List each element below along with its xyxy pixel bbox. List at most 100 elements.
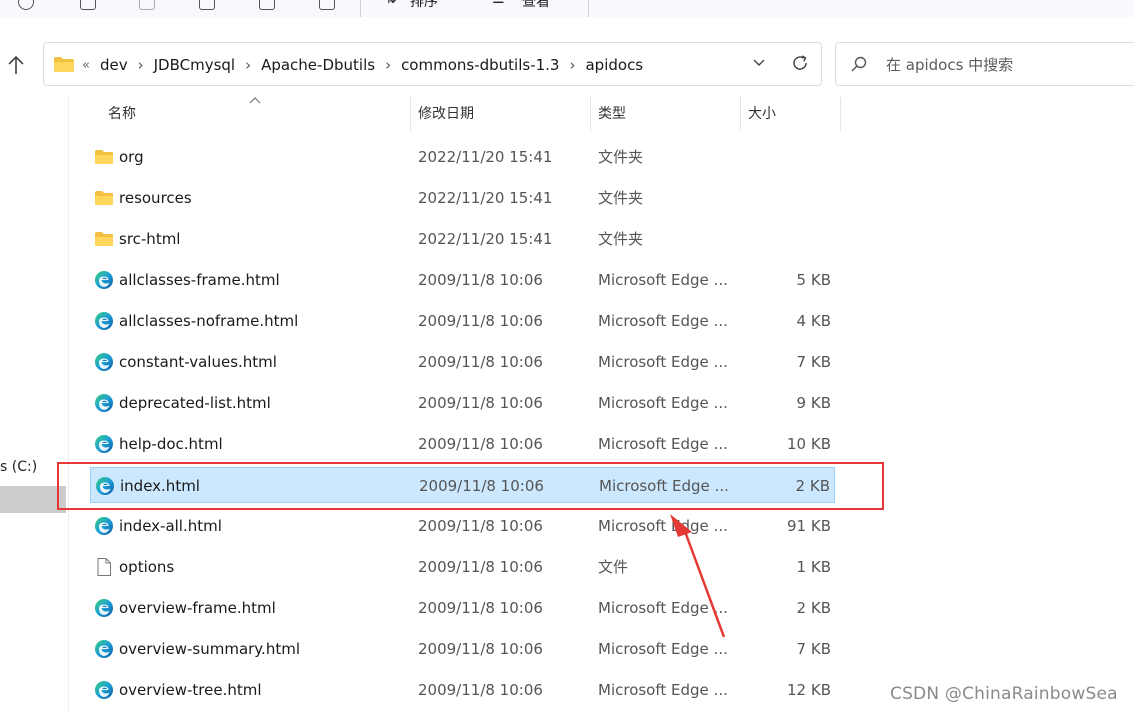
breadcrumb-overflow[interactable]: « (82, 58, 90, 73)
file-row[interactable]: deprecated-list.html 2009/11/8 10:06 Micro… (90, 385, 835, 421)
breadcrumb-item[interactable]: Apache-Dbutils (261, 56, 375, 74)
copy-icon[interactable] (80, 0, 96, 10)
file-size: 4 KB (796, 312, 831, 330)
edge-icon (94, 680, 114, 700)
file-type: Microsoft Edge ... (598, 640, 728, 658)
file-type: Microsoft Edge ... (598, 517, 728, 535)
file-icon (94, 557, 114, 577)
file-name: overview-summary.html (119, 640, 300, 658)
file-size: 7 KB (796, 640, 831, 658)
file-row[interactable]: overview-frame.html 2009/11/8 10:06 Micros… (90, 590, 835, 626)
file-row[interactable]: src-html 2022/11/20 15:41 文件夹 (90, 221, 835, 257)
chevron-right-icon[interactable]: › (569, 56, 575, 74)
file-type: Microsoft Edge ... (598, 271, 728, 289)
file-name: resources (119, 189, 192, 207)
file-name: src-html (119, 230, 181, 248)
file-modified-date: 2009/11/8 10:06 (418, 353, 543, 371)
sort-ascending-icon (249, 94, 261, 107)
column-header-name[interactable]: 名称 (108, 96, 136, 132)
file-size: 91 KB (787, 517, 831, 535)
breadcrumb-item[interactable]: dev (100, 56, 128, 74)
breadcrumb-item[interactable]: commons-dbutils-1.3 (401, 56, 559, 74)
folder-icon (54, 57, 74, 72)
file-row[interactable]: overview-tree.html 2009/11/8 10:06 Microso… (90, 672, 835, 708)
toolbar-separator (360, 0, 361, 17)
address-bar[interactable]: « dev › JDBCmysql › Apache-Dbutils › com… (43, 42, 822, 86)
edge-icon (94, 639, 114, 659)
share-icon[interactable] (18, 0, 34, 10)
file-name: index-all.html (119, 517, 222, 535)
address-row: « dev › JDBCmysql › Apache-Dbutils › com… (0, 39, 1134, 91)
file-modified-date: 2022/11/20 15:41 (418, 189, 553, 207)
chevron-down-icon[interactable] (749, 55, 769, 75)
sort-button[interactable]: 排序 (410, 0, 438, 11)
file-name: options (119, 558, 175, 576)
more-button[interactable]: ··· (608, 0, 624, 7)
file-modified-date: 2009/11/8 10:06 (418, 599, 543, 617)
column-header-size[interactable]: 大小 (748, 96, 776, 132)
file-row[interactable]: overview-summary.html 2009/11/8 10:06 Micr… (90, 631, 835, 667)
search-icon (851, 56, 867, 72)
file-type: 文件夹 (598, 148, 644, 166)
rename-icon[interactable] (199, 0, 215, 10)
file-row[interactable]: resources 2022/11/20 15:41 文件夹 (90, 180, 835, 216)
command-bar: ⇅ 排序 ☰ 查看 ··· (0, 0, 1134, 17)
file-modified-date: 2022/11/20 15:41 (418, 230, 553, 248)
file-row[interactable]: constant-values.html 2009/11/8 10:06 Micro… (90, 344, 835, 380)
share-out-icon[interactable] (259, 0, 275, 10)
view-icon[interactable]: ☰ (492, 0, 505, 7)
column-header-date[interactable]: 修改日期 (418, 96, 474, 132)
chevron-right-icon[interactable]: › (138, 56, 144, 74)
edge-icon (94, 598, 114, 618)
chevron-right-icon[interactable]: › (245, 56, 251, 74)
column-divider[interactable] (840, 97, 841, 131)
folder-icon (94, 229, 114, 249)
search-input[interactable]: 在 apidocs 中搜索 (886, 43, 1013, 87)
file-modified-date: 2009/11/8 10:06 (418, 394, 543, 412)
watermark: CSDN @ChinaRainbowSea (890, 684, 1118, 704)
file-row[interactable]: allclasses-noframe.html 2009/11/8 10:06 Mi… (90, 303, 835, 339)
file-row[interactable]: options 2009/11/8 10:06 文件 1 KB (90, 549, 835, 585)
column-divider[interactable] (410, 97, 411, 131)
file-modified-date: 2009/11/8 10:06 (418, 271, 543, 289)
file-type: 文件夹 (598, 230, 644, 248)
paste-icon[interactable] (139, 0, 155, 10)
highlight-box (57, 462, 884, 510)
file-size: 12 KB (787, 681, 831, 699)
up-arrow-icon[interactable] (4, 53, 28, 77)
search-box[interactable]: 在 apidocs 中搜索 (835, 42, 1134, 86)
file-row[interactable]: org 2022/11/20 15:41 文件夹 (90, 139, 835, 175)
file-modified-date: 2009/11/8 10:06 (418, 558, 543, 576)
refresh-icon[interactable] (789, 53, 811, 75)
file-name: overview-frame.html (119, 599, 276, 617)
edge-icon (94, 434, 114, 454)
nav-item-drive-c[interactable]: s (C:) (0, 459, 37, 475)
view-button[interactable]: 查看 (522, 0, 550, 11)
file-modified-date: 2009/11/8 10:06 (418, 312, 543, 330)
column-header-type[interactable]: 类型 (598, 96, 626, 132)
edge-icon (94, 393, 114, 413)
pane-divider (68, 96, 69, 711)
file-size: 5 KB (796, 271, 831, 289)
breadcrumb-item[interactable]: JDBCmysql (154, 56, 235, 74)
file-type: Microsoft Edge ... (598, 394, 728, 412)
file-row[interactable]: allclasses-frame.html 2009/11/8 10:06 Micr… (90, 262, 835, 298)
file-modified-date: 2022/11/20 15:41 (418, 148, 553, 166)
file-type: Microsoft Edge ... (598, 681, 728, 699)
sort-icon[interactable]: ⇅ (385, 0, 397, 7)
file-name: org (119, 148, 144, 166)
file-name: allclasses-frame.html (119, 271, 280, 289)
column-divider[interactable] (740, 97, 741, 131)
edge-icon (94, 516, 114, 536)
file-name: constant-values.html (119, 353, 277, 371)
column-divider[interactable] (590, 97, 591, 131)
file-row[interactable]: index-all.html 2009/11/8 10:06 Microsoft E… (90, 508, 835, 544)
folder-icon (94, 188, 114, 208)
file-type: Microsoft Edge ... (598, 312, 728, 330)
file-row[interactable]: help-doc.html 2009/11/8 10:06 Microsoft Ed… (90, 426, 835, 462)
delete-icon[interactable] (319, 0, 335, 10)
breadcrumb-item[interactable]: apidocs (585, 56, 643, 74)
breadcrumb: « dev › JDBCmysql › Apache-Dbutils › com… (82, 43, 643, 87)
chevron-right-icon[interactable]: › (385, 56, 391, 74)
file-size: 9 KB (796, 394, 831, 412)
